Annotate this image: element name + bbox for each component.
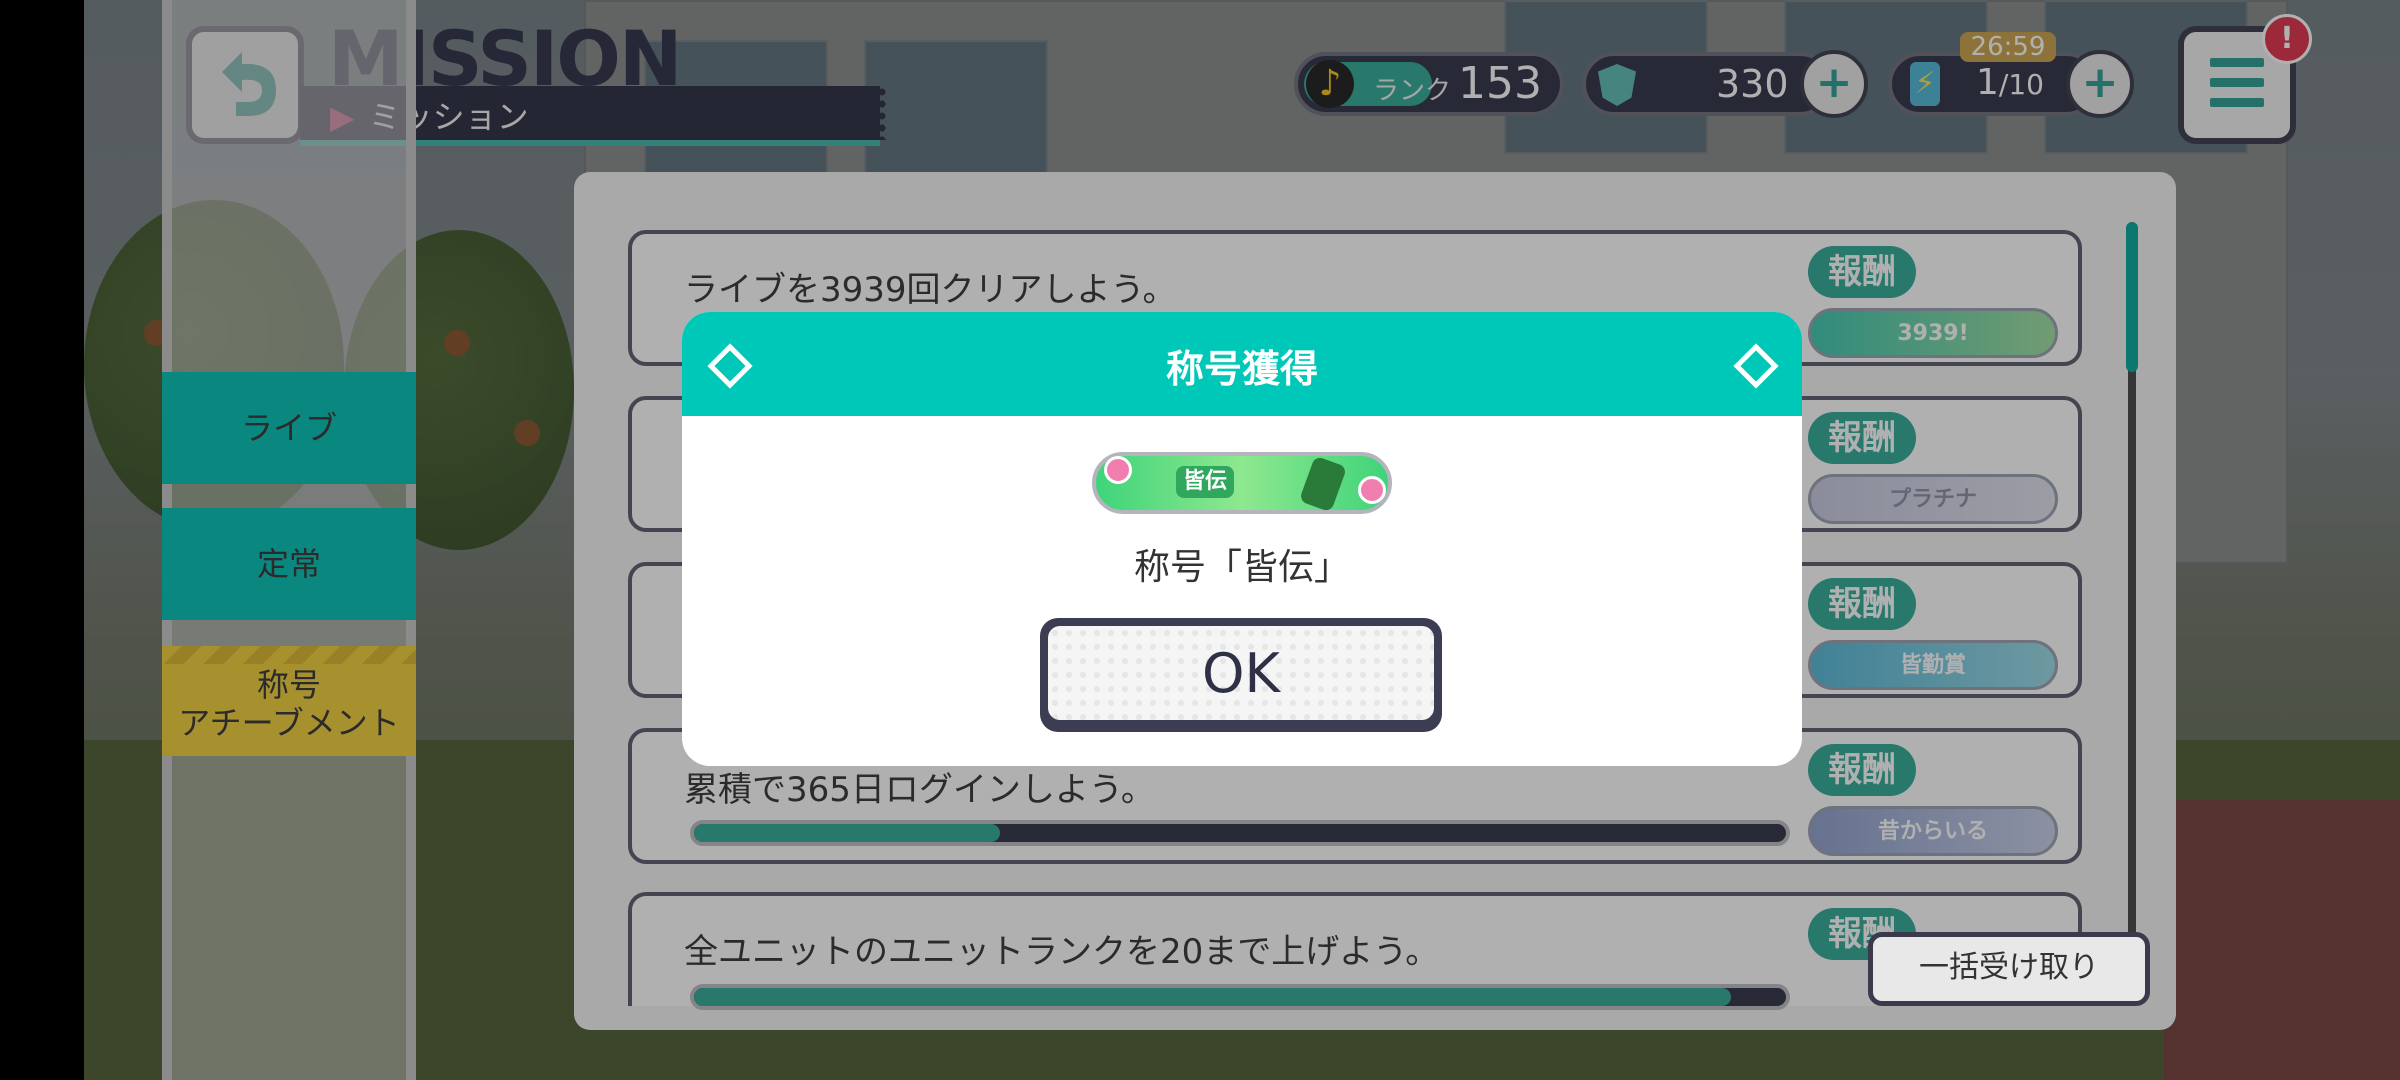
flower-icon <box>1358 476 1386 504</box>
dialog-message: 称号「皆伝」 <box>1133 547 1350 588</box>
collect-all-button[interactable]: 一括受け取り <box>1868 932 2150 1006</box>
flower-icon <box>1104 456 1132 484</box>
ok-button-label: OK <box>1202 642 1280 705</box>
title-badge-text: 皆伝 <box>1176 466 1234 498</box>
battery-icon <box>1298 455 1348 513</box>
title-acquired-dialog: 称号獲得 皆伝 称号「皆伝」 OK <box>682 312 1802 766</box>
dialog-title: 称号獲得 <box>1165 347 1318 391</box>
ok-button[interactable]: OK <box>1040 618 1442 732</box>
ok-button-face: OK <box>1048 626 1434 720</box>
screen-edge <box>0 0 84 1080</box>
title-badge-plate: 皆伝 <box>1092 452 1392 514</box>
dialog-header: 称号獲得 <box>682 312 1802 416</box>
